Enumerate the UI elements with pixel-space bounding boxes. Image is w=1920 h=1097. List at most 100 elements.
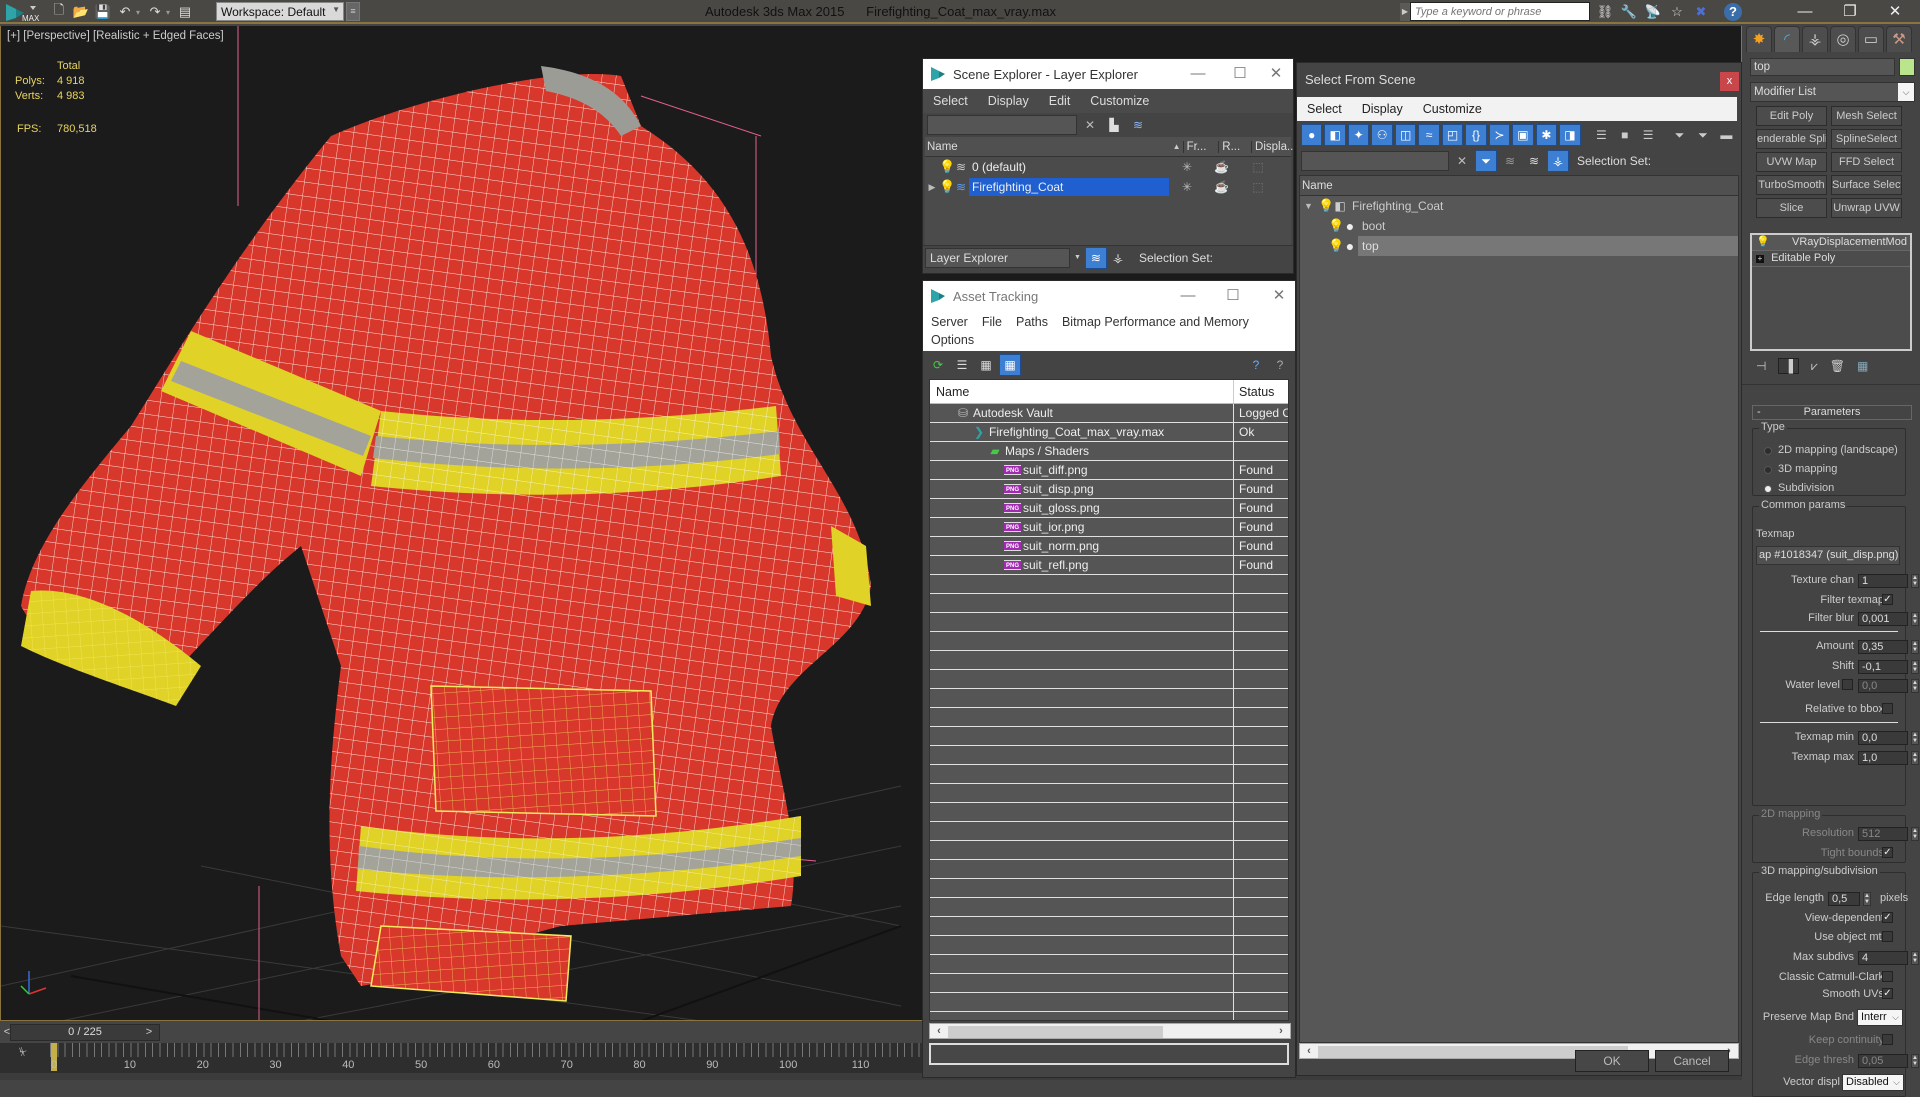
spinner-icon[interactable]: ▲ ▼ <box>1911 1054 1919 1068</box>
modifier-button-slice[interactable]: Slice <box>1756 198 1827 218</box>
refresh-icon[interactable]: ⟳ <box>927 354 949 376</box>
freeze-snowflake-icon[interactable]: ✳ <box>1169 180 1205 194</box>
hierarchy-tab[interactable]: ⚶ <box>1802 26 1828 52</box>
tight-bounds-checkbox[interactable]: ✓ <box>1882 847 1893 858</box>
frozen-filter-icon[interactable]: ✱ <box>1535 124 1558 146</box>
type-option-label[interactable]: Subdivision <box>1778 482 1834 494</box>
modifier-button-edit-poly[interactable]: Edit Poly <box>1756 106 1827 126</box>
add-to-layer-icon[interactable]: ▙ <box>1103 114 1125 136</box>
asset-path-field[interactable] <box>929 1043 1289 1065</box>
sync-selection-icon[interactable]: ▬ <box>1716 124 1737 146</box>
display-box-icon[interactable]: ⬚ <box>1238 160 1278 174</box>
time-slider[interactable]: < 0 / 225 > <box>0 1021 925 1043</box>
restore-button[interactable]: ❐ <box>1835 2 1865 22</box>
maximize-button[interactable]: ☐ <box>1218 286 1248 306</box>
scene-explorer-search[interactable] <box>927 115 1077 135</box>
configure-sets-icon[interactable]: ▦ <box>1857 359 1868 373</box>
remove-modifier-icon[interactable]: 🗑 <box>1830 359 1845 373</box>
workspace-dropdown[interactable]: Workspace: Default ▼ <box>216 2 344 21</box>
classic-catmull-clark-checkbox[interactable] <box>1882 971 1893 982</box>
modify-tab[interactable]: ◜ <box>1774 26 1800 52</box>
close-button[interactable]: ✕ <box>1264 286 1294 306</box>
layer-name[interactable]: 0 (default) <box>969 158 1169 176</box>
resolution-field[interactable]: 512 <box>1858 827 1908 841</box>
lightbulb-icon[interactable]: 💡 <box>1328 218 1344 234</box>
render-teapot-icon[interactable]: ☕ <box>1205 180 1238 194</box>
lights-filter-icon[interactable]: ✦ <box>1347 124 1370 146</box>
satellite-icon[interactable]: 📡 <box>1644 3 1662 21</box>
select-from-scene-titlebar[interactable]: Select From Scene x <box>1297 63 1741 97</box>
view-dependent-checkbox[interactable]: ✓ <box>1882 912 1893 923</box>
expand-arrow-icon[interactable]: ▶ <box>925 182 939 193</box>
object-name[interactable]: top <box>1358 236 1738 256</box>
scene-object-row[interactable]: 💡 ● boot <box>1300 216 1738 236</box>
modifier-button-unwrap-uvw[interactable]: Unwrap UVW <box>1831 198 1902 218</box>
bones-filter-icon[interactable]: ≻ <box>1488 124 1511 146</box>
scene-object-row[interactable]: 💡 ● top <box>1300 236 1738 256</box>
spacewarps-filter-icon[interactable]: ≈ <box>1418 124 1440 146</box>
filter-texmap-checkbox[interactable]: ✓ <box>1882 594 1893 605</box>
menu-server[interactable]: Server <box>931 315 968 329</box>
layer-name[interactable]: Firefighting_Coat <box>969 178 1169 196</box>
thumbnail-view-icon[interactable]: ▦ <box>975 354 997 376</box>
project-folder-button[interactable]: ▤ <box>174 2 196 22</box>
spinner-icon[interactable]: ▲ ▼ <box>1911 660 1919 674</box>
undo-button[interactable]: ↶ <box>114 2 136 22</box>
scene-object-row[interactable]: ▼ 💡 ◧ Firefighting_Coat <box>1300 196 1738 216</box>
minimize-button[interactable]: — <box>1790 2 1820 22</box>
exchange-icon[interactable]: ✖ <box>1692 3 1710 21</box>
select-all-icon[interactable]: ☰ <box>1591 124 1612 146</box>
select-search-input[interactable] <box>1301 151 1449 171</box>
menu-display[interactable]: Display <box>1352 102 1413 116</box>
menu-file[interactable]: File <box>982 315 1002 329</box>
spinner-icon[interactable]: ▲ ▼ <box>1911 679 1919 693</box>
layers-icon[interactable]: ≋ <box>1523 150 1545 172</box>
col-display[interactable]: Displa... <box>1251 140 1293 153</box>
modifier-button-mesh-select[interactable]: Mesh Select <box>1831 106 1902 126</box>
filter-blur-field[interactable]: 0,001 <box>1858 612 1908 626</box>
menu-customize[interactable]: Customize <box>1080 94 1159 108</box>
scroll-right-icon[interactable]: › <box>1274 1024 1288 1038</box>
spinner-icon[interactable]: ▲ ▼ <box>1911 640 1919 654</box>
spinner-icon[interactable]: ▲ ▼ <box>1863 892 1871 906</box>
customize-qa-button[interactable]: ≡ <box>346 2 360 21</box>
type-option-label[interactable]: 2D mapping (landscape) <box>1778 444 1898 456</box>
new-file-button[interactable]: 🗋 <box>48 2 70 22</box>
col-name[interactable]: Name <box>930 380 1234 403</box>
scroll-left-icon[interactable]: ‹ <box>1302 1044 1316 1058</box>
minimize-button[interactable]: — <box>1173 286 1203 306</box>
chevron-down-icon[interactable]: ▾ <box>166 8 170 17</box>
xrefs-filter-icon[interactable]: {} <box>1465 124 1487 146</box>
ok-button[interactable]: OK <box>1575 1050 1649 1072</box>
type-radio[interactable] <box>1764 447 1772 455</box>
create-tab[interactable]: ✸ <box>1746 26 1772 52</box>
chevron-down-icon[interactable]: ▾ <box>136 8 140 17</box>
asset-row[interactable]: PNG suit_disp.png Found <box>930 480 1288 499</box>
spinner-icon[interactable]: ▲ ▼ <box>1911 731 1919 745</box>
amount-field[interactable]: 0,35 <box>1858 640 1908 654</box>
edge-thresh-field[interactable]: 0,05 <box>1858 1054 1908 1068</box>
filter-options-icon[interactable]: ⏷ <box>1692 124 1713 146</box>
help-icon[interactable]: ? <box>1724 3 1742 21</box>
filter-icon[interactable]: ⏷ <box>1475 150 1497 172</box>
smooth-uvs-checkbox[interactable]: ✓ <box>1882 988 1893 999</box>
modifier-button-surface-select[interactable]: Surface Select <box>1831 175 1902 195</box>
select-none-icon[interactable]: ■ <box>1614 124 1635 146</box>
context-help-icon[interactable]: ? <box>1269 354 1291 376</box>
lightbulb-icon[interactable]: 💡 <box>1328 238 1344 254</box>
lightbulb-icon[interactable]: 💡 <box>939 179 955 195</box>
spinner-icon[interactable]: ▲ ▼ <box>1911 612 1919 626</box>
asset-row[interactable]: PNG suit_refl.png Found <box>930 556 1288 575</box>
scroll-left-icon[interactable]: ‹ <box>932 1024 946 1038</box>
display-box-icon[interactable]: ⬚ <box>1238 180 1278 194</box>
utilities-tab[interactable]: ⚒ <box>1886 26 1912 52</box>
cameras-filter-icon[interactable]: ⚇ <box>1371 124 1393 146</box>
asset-row[interactable]: PNG suit_ior.png Found <box>930 518 1288 537</box>
spinner-icon[interactable]: ▲ ▼ <box>1911 751 1919 765</box>
type-radio[interactable] <box>1764 485 1772 493</box>
object-name[interactable]: boot <box>1358 216 1738 236</box>
object-name-field[interactable]: top <box>1750 58 1895 76</box>
track-bar[interactable]: ⏧ 010203040506070809010011012 <box>0 1043 937 1073</box>
menu-customize[interactable]: Customize <box>1413 102 1492 116</box>
modifier-button-enderable-splin[interactable]: enderable Splin <box>1756 129 1827 149</box>
